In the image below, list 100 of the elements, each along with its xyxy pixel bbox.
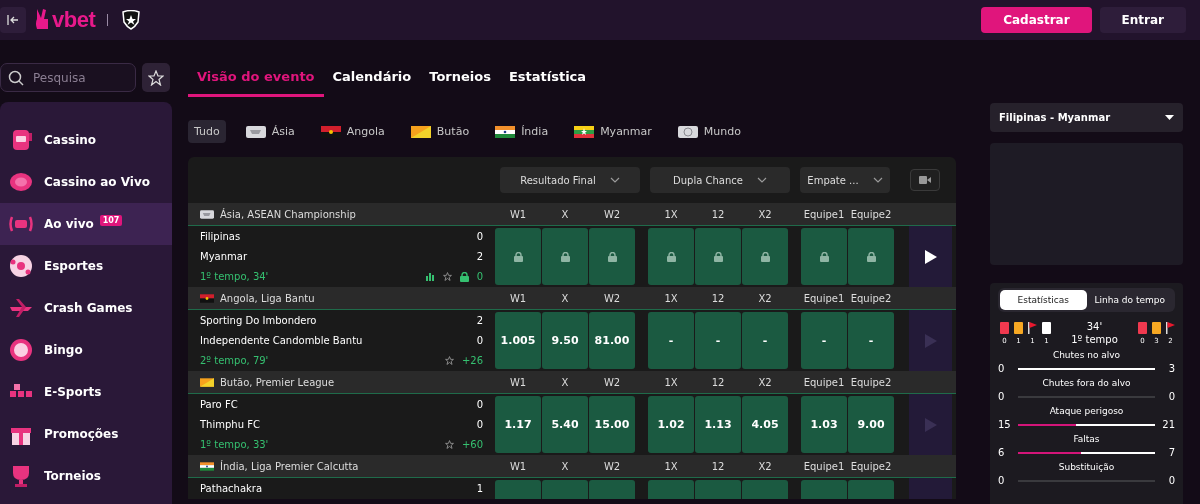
odds-button[interactable]: 15.00 bbox=[589, 396, 635, 453]
column-label: X bbox=[560, 376, 570, 388]
nav-item[interactable]: Crash Games bbox=[0, 287, 172, 329]
column-label: W1 bbox=[508, 376, 528, 388]
stats-icon[interactable] bbox=[425, 272, 435, 281]
odds-button[interactable]: - bbox=[742, 312, 788, 369]
region-filter[interactable]: Tudo bbox=[188, 120, 226, 143]
odds-button[interactable] bbox=[695, 228, 741, 285]
favorites-button[interactable] bbox=[142, 63, 170, 92]
stat-value: 0 bbox=[1167, 475, 1175, 486]
nav-item[interactable]: Cassino bbox=[0, 119, 172, 161]
column-label: Equipe2 bbox=[849, 208, 893, 220]
stat-value: 0 bbox=[998, 391, 1006, 402]
video-button[interactable] bbox=[910, 169, 940, 191]
odds-button[interactable]: 1.03 bbox=[801, 396, 847, 453]
nav-item[interactable]: E-Sports bbox=[0, 371, 172, 413]
flag-icon bbox=[677, 125, 698, 138]
search-field[interactable]: Pesquisa bbox=[0, 63, 136, 92]
tab[interactable]: Torneios bbox=[420, 65, 500, 97]
star-icon[interactable] bbox=[442, 272, 452, 281]
column-label: 12 bbox=[710, 208, 726, 220]
odds-button[interactable] bbox=[801, 228, 847, 285]
match-dropdown[interactable]: Filipinas - Myanmar bbox=[990, 103, 1183, 132]
stream-button[interactable] bbox=[909, 226, 952, 287]
markets-count[interactable]: 0 bbox=[476, 271, 483, 282]
odds-button[interactable]: - bbox=[695, 312, 741, 369]
tab[interactable]: Estatística bbox=[499, 65, 596, 97]
odds-button[interactable]: 5.40 bbox=[542, 396, 588, 453]
flag-icon bbox=[200, 377, 214, 387]
nav-item[interactable]: Cassino ao Vivo bbox=[0, 161, 172, 203]
odds-button[interactable] bbox=[848, 228, 894, 285]
odds-button[interactable]: 4.05 bbox=[742, 396, 788, 453]
team-name: Filipinas bbox=[200, 231, 241, 242]
league-name: Ásia, ASEAN Championship bbox=[220, 208, 356, 220]
collapse-icon bbox=[7, 15, 19, 25]
stat-value: 0 bbox=[998, 475, 1006, 486]
column-label: W2 bbox=[602, 460, 622, 472]
odds-button[interactable]: 1.13 bbox=[695, 396, 741, 453]
region-filter[interactable]: Ásia bbox=[239, 120, 301, 143]
star-icon[interactable] bbox=[444, 356, 454, 365]
tab[interactable]: Calendário bbox=[323, 65, 421, 97]
markets-count[interactable]: +26 bbox=[461, 355, 483, 366]
card-icon bbox=[1152, 321, 1161, 334]
team-name: Sporting Do Imbondero bbox=[200, 315, 317, 326]
odds-button[interactable]: - bbox=[801, 312, 847, 369]
odds-button[interactable] bbox=[589, 228, 635, 285]
nav-item[interactable]: Esportes bbox=[0, 245, 172, 287]
collapse-button[interactable] bbox=[0, 7, 26, 33]
column-label: X2 bbox=[757, 460, 773, 472]
column-label: X2 bbox=[757, 376, 773, 388]
column-label: X bbox=[560, 208, 570, 220]
column-label: Equipe1 bbox=[802, 376, 846, 388]
odds-button[interactable] bbox=[648, 228, 694, 285]
nav-item[interactable]: Promoções bbox=[0, 413, 172, 455]
nav-item[interactable]: Ao vivo 107 bbox=[0, 203, 172, 245]
signup-button[interactable]: Cadastrar bbox=[981, 7, 1092, 33]
region-filter[interactable]: Índia bbox=[489, 120, 555, 143]
chevron-down-icon bbox=[756, 177, 767, 183]
stat-value: 3 bbox=[1167, 363, 1175, 374]
market-dropdown[interactable]: Resultado Final bbox=[500, 167, 640, 193]
market-dropdown[interactable]: Empate ... bbox=[800, 167, 890, 193]
flag-icon bbox=[200, 461, 214, 471]
odds-button[interactable]: - bbox=[648, 312, 694, 369]
odds-button[interactable] bbox=[495, 228, 541, 285]
markets-count[interactable]: +60 bbox=[461, 439, 483, 450]
stats-tab[interactable]: Estatísticas bbox=[1000, 290, 1087, 310]
nav-item[interactable]: Bingo bbox=[0, 329, 172, 371]
nav-item[interactable]: Torneios bbox=[0, 455, 172, 497]
shield-star-icon bbox=[122, 10, 141, 30]
region-filter[interactable]: Butão bbox=[404, 120, 476, 143]
tab[interactable]: Visão do evento bbox=[188, 65, 324, 97]
region-filter[interactable]: Angola bbox=[314, 120, 391, 143]
odds-button[interactable]: - bbox=[848, 312, 894, 369]
odds-button[interactable]: 9.00 bbox=[848, 396, 894, 453]
nav-icon bbox=[8, 337, 34, 363]
stat-value: 6 bbox=[998, 447, 1006, 458]
odds-button[interactable] bbox=[542, 228, 588, 285]
region-filter[interactable]: Mundo bbox=[671, 120, 747, 143]
odds-button[interactable]: 9.50 bbox=[542, 312, 588, 369]
play-icon bbox=[924, 333, 937, 348]
score: 2 bbox=[476, 251, 483, 262]
flag-icon bbox=[200, 209, 214, 219]
stats-tab[interactable]: Linha do tempo bbox=[1086, 290, 1173, 310]
lock-icon bbox=[607, 251, 617, 262]
flag-icon bbox=[320, 125, 341, 138]
card-icon bbox=[1042, 321, 1051, 334]
lock-icon bbox=[666, 251, 676, 262]
odds-button[interactable]: 1.005 bbox=[495, 312, 541, 369]
column-label: 12 bbox=[710, 292, 726, 304]
star-icon[interactable] bbox=[444, 440, 454, 449]
stat-label: Substituição bbox=[1057, 462, 1116, 472]
column-label: X2 bbox=[757, 208, 773, 220]
login-button[interactable]: Entrar bbox=[1099, 7, 1186, 33]
market-dropdown[interactable]: Dupla Chance bbox=[650, 167, 790, 193]
odds-button[interactable]: 1.02 bbox=[648, 396, 694, 453]
region-filter[interactable]: Myanmar bbox=[568, 120, 658, 143]
league-name: Angola, Liga Bantu bbox=[220, 292, 315, 304]
odds-button[interactable]: 1.17 bbox=[495, 396, 541, 453]
odds-button[interactable] bbox=[742, 228, 788, 285]
odds-button[interactable]: 81.00 bbox=[589, 312, 635, 369]
